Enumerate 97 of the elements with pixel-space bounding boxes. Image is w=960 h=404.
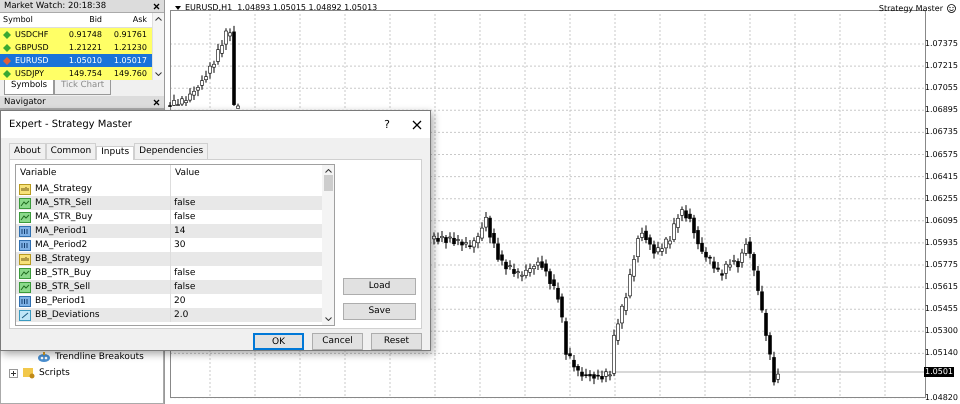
input-row[interactable]: BB_Strategy: [16, 252, 322, 266]
smiley-icon: [947, 4, 956, 14]
close-icon[interactable]: [153, 98, 160, 106]
dropdown-icon[interactable]: [175, 6, 181, 10]
price-label: 1.05300: [924, 326, 958, 336]
dialog-button[interactable]: OK: [253, 333, 304, 350]
line-chart-icon: [19, 212, 31, 222]
side-button[interactable]: Save: [343, 303, 416, 320]
tree-item[interactable]: Trendline Breakouts: [55, 352, 144, 363]
price-label: 1.07215: [924, 61, 958, 71]
dialog-button[interactable]: Reset: [371, 333, 422, 350]
bid-text: 1.21221: [68, 42, 103, 52]
variable-name: MA_STR_Sell: [35, 198, 92, 208]
quote-row[interactable]: USDJPY 149.754 149.760: [0, 67, 152, 80]
window-title: Expert - Strategy Master: [9, 118, 133, 130]
value-text: false: [173, 212, 196, 222]
price-label: 1.07055: [924, 83, 958, 93]
line-chart-icon: [19, 268, 31, 278]
panel-title: Market Watch: 20:18:38: [4, 0, 106, 12]
price-label: 1.04820: [924, 392, 958, 402]
ask-text: 1.05017: [112, 56, 148, 66]
ask-text: 0.91761: [112, 30, 148, 40]
symbol-text: EURUSD: [15, 56, 49, 66]
side-button[interactable]: Load: [343, 278, 416, 295]
price-label: 1.07375: [924, 39, 958, 49]
quote-row[interactable]: GBPUSD 1.21221 1.21230: [0, 41, 152, 54]
variable-name: BB_Period1: [35, 296, 86, 306]
price-label: 1.06415: [924, 172, 958, 182]
value-text: 30: [173, 240, 186, 250]
value-text: false: [173, 282, 196, 292]
price-label: 1.05935: [924, 238, 958, 248]
column-header: Value: [174, 168, 200, 179]
variable-name: BB_STR_Buy: [35, 268, 92, 278]
price-label: 1.05455: [924, 304, 958, 314]
line-chart-icon: [19, 282, 31, 292]
price-label: 1.05615: [924, 282, 958, 292]
scroll-up-icon[interactable]: [324, 169, 332, 173]
current-price-label: 1.0501: [924, 367, 954, 377]
value-text: false: [173, 268, 196, 278]
tab[interactable]: Common: [46, 143, 96, 159]
scrollbar[interactable]: [322, 165, 334, 325]
bid-text: 0.91748: [68, 30, 103, 40]
expand-icon[interactable]: [9, 368, 18, 378]
bid-text: 1.05010: [68, 56, 103, 66]
variable-name: BB_Deviations: [35, 310, 100, 320]
scrollbar[interactable]: [152, 13, 164, 80]
tab[interactable]: Inputs: [96, 146, 134, 160]
symbol-text: USDCHF: [15, 30, 48, 40]
symbol-text: GBPUSD: [15, 42, 49, 52]
column-header: Variable: [16, 165, 171, 182]
price-label: 1.06095: [924, 216, 958, 226]
value-text: 2.0: [173, 310, 188, 320]
tab[interactable]: Symbols: [4, 80, 54, 95]
tree-item[interactable]: Scripts: [39, 368, 70, 378]
tab[interactable]: About: [9, 143, 46, 159]
scroll-thumb[interactable]: [324, 175, 332, 191]
scroll-down-icon[interactable]: [155, 72, 162, 76]
price-label: 1.06575: [924, 150, 958, 160]
line-chart-icon: [19, 198, 31, 208]
input-row[interactable]: BB_STR_Sell false: [16, 280, 322, 294]
close-icon[interactable]: [412, 120, 422, 130]
scroll-down-icon[interactable]: [324, 317, 332, 321]
variable-name: MA_Strategy: [35, 184, 92, 194]
chart-header: EURUSD,H1 1.04893 1.05015 1.04892 1.05013: [185, 3, 378, 13]
variable-name: MA_STR_Buy: [35, 212, 93, 222]
variable-name: BB_STR_Sell: [35, 282, 90, 292]
quote-row[interactable]: EURUSD 1.05010 1.05017: [0, 54, 152, 67]
variable-name: BB_Strategy: [35, 254, 90, 264]
quote-row[interactable]: USDCHF 0.91748 0.91761: [0, 28, 152, 41]
input-row[interactable]: MA_STR_Sell false: [16, 196, 322, 210]
value-text: 20: [173, 296, 186, 306]
symbol-text: USDJPY: [15, 68, 44, 78]
price-label: 1.06895: [924, 105, 958, 115]
ask-text: 1.21230: [112, 42, 148, 52]
column-header: Symbol: [2, 15, 34, 25]
panel-title: Navigator: [4, 96, 46, 108]
column-header: Bid: [88, 15, 103, 25]
price-label: 1.06735: [924, 127, 958, 137]
scroll-up-icon[interactable]: [155, 17, 162, 21]
input-row[interactable]: BB_Deviations 2.0: [16, 308, 322, 322]
ask-text: 149.760: [112, 68, 148, 78]
value-text: false: [173, 198, 196, 208]
variable-name: MA_Period1: [35, 226, 88, 236]
column-header: Ask: [132, 15, 148, 25]
price-label: 1.06255: [924, 194, 958, 204]
dialog-button[interactable]: Cancel: [312, 333, 363, 350]
bid-text: 149.754: [68, 68, 103, 78]
variable-name: MA_Period2: [35, 240, 88, 250]
robot-icon: [37, 352, 51, 363]
input-row[interactable]: MA_Period1 14: [16, 224, 322, 238]
price-label: 1.05140: [924, 348, 958, 358]
expert-name: Strategy Master: [878, 4, 943, 14]
close-icon[interactable]: [153, 2, 160, 10]
help-button[interactable]: ?: [378, 118, 396, 132]
price-label: 1.05775: [924, 260, 958, 270]
tab[interactable]: Dependencies: [134, 143, 208, 159]
value-text: 14: [173, 226, 186, 236]
